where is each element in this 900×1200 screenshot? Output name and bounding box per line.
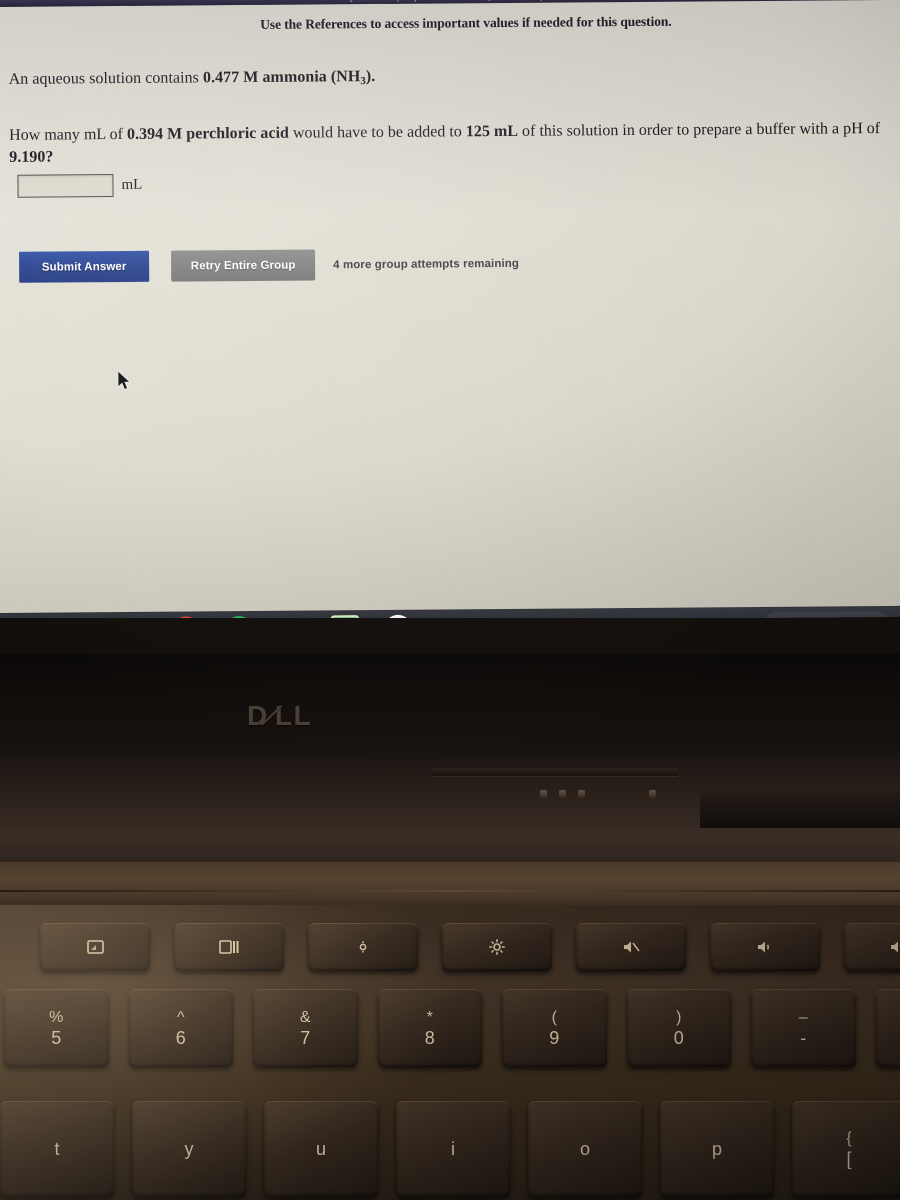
volume-down-key[interactable] [710, 923, 820, 971]
laptop-photo: [Review Topics] [References] Use the Ref… [0, 0, 900, 1200]
function-key-row [0, 923, 900, 971]
letter-key-glyph: u [315, 1139, 326, 1159]
review-topics-link[interactable]: [Review Topics] [350, 0, 417, 2]
letter-key-y[interactable]: y [132, 1101, 246, 1197]
q2-volume: 125 mL [465, 122, 519, 141]
number-key-8[interactable]: * 8 [377, 989, 482, 1067]
number-key-0[interactable]: ) 0 [626, 989, 731, 1067]
letter-key-glyph: p [711, 1139, 722, 1159]
number-key-=[interactable]: += [875, 989, 900, 1067]
google-drive-app-icon[interactable] [278, 616, 306, 618]
dell-brand-logo: D∕LL [247, 700, 312, 732]
retry-entire-group-button[interactable]: Retry Entire Group [171, 249, 316, 282]
q2-a: How many mL of [9, 125, 128, 144]
palm-rest [0, 862, 900, 910]
letter-key-u[interactable]: u [264, 1101, 378, 1197]
q1-concentration: 0.477 M ammonia (NH [202, 68, 361, 87]
q2-ph-value: 9.190? [9, 148, 54, 166]
number-key-glyph: 8 [424, 1027, 435, 1048]
speaker-grille [540, 790, 656, 798]
q2-e: of this solution in order to prepare a b… [517, 120, 881, 140]
keyboard: %5^6&7*8(9)0–-+= tyuiop{[ [0, 905, 900, 1200]
answer-row: mL [17, 174, 142, 198]
number-key-shift-glyph: % [49, 1008, 64, 1026]
references-instruction: Use the References to access important v… [260, 13, 672, 32]
answer-input[interactable] [17, 174, 114, 198]
letter-key-[[interactable]: {[ [792, 1101, 900, 1197]
number-key-shift-glyph: ^ [176, 1008, 185, 1026]
mouse-cursor [117, 370, 133, 392]
laptop-screen: [Review Topics] [References] Use the Ref… [0, 0, 900, 618]
volume-up-key[interactable] [844, 923, 900, 971]
spotify-app-icon[interactable] [224, 615, 254, 618]
number-key-glyph: 9 [549, 1027, 560, 1048]
battery-icon[interactable] [839, 616, 848, 618]
number-key-row: %5^6&7*8(9)0–-+= [0, 989, 900, 1067]
brightness-up-key[interactable] [442, 923, 552, 971]
q1-prefix: An aqueous solution contains [8, 69, 204, 88]
number-key-glyph: 0 [673, 1027, 684, 1048]
number-key-7[interactable]: & 7 [253, 989, 358, 1067]
question-content: Use the References to access important v… [0, 0, 900, 618]
letter-key-glyph: y [184, 1139, 194, 1159]
letter-key-row: t y u i o p {[ [0, 1101, 900, 1197]
references-link[interactable]: [References] [488, 0, 543, 1]
q2-acid-concentration: 0.394 M perchloric acid [126, 124, 289, 143]
mute-key[interactable] [576, 923, 686, 971]
letter-key-glyph: [ [846, 1148, 852, 1169]
chrome-app-icon[interactable] [171, 616, 201, 618]
letter-key-o[interactable]: o [528, 1101, 642, 1197]
question-statement-line1: An aqueous solution contains 0.477 M amm… [9, 64, 869, 90]
action-button-row: Submit Answer Retry Entire Group 4 more … [19, 248, 519, 283]
number-key-6[interactable]: ^ 6 [128, 989, 233, 1067]
number-key-5[interactable]: % 5 [4, 989, 109, 1067]
window-overview-key[interactable] [174, 923, 284, 971]
google-classroom-app-icon[interactable] [330, 615, 360, 618]
number-key-shift-glyph: – [798, 1008, 808, 1026]
letter-key-glyph: t [54, 1139, 60, 1159]
hinge-bar [430, 768, 680, 776]
q1-suffix: ). [365, 67, 376, 86]
hinge-block [700, 790, 900, 828]
system-tray[interactable]: US 4 10:2 [763, 610, 890, 618]
number-key--[interactable]: – - [751, 989, 856, 1067]
brightness-down-key[interactable] [308, 923, 418, 971]
letter-key-p[interactable]: p [660, 1101, 774, 1197]
number-key-glyph: 6 [175, 1027, 186, 1048]
screen-bezel-bottom [0, 654, 900, 752]
letter-key-glyph: o [579, 1139, 590, 1159]
number-key-shift-glyph: ) [676, 1008, 682, 1026]
answer-unit-label: mL [121, 176, 143, 193]
number-key-glyph: 7 [300, 1027, 311, 1048]
number-key-glyph: 5 [51, 1027, 62, 1048]
q2-c: would have to be added to [288, 123, 466, 142]
number-key-shift-glyph: * [426, 1008, 433, 1026]
attempts-remaining-text: 4 more group attempts remaining [333, 257, 520, 271]
question-statement-line2: How many mL of 0.394 M perchloric acid w… [9, 118, 881, 169]
letter-key-i[interactable]: i [396, 1101, 510, 1197]
dell-logo-ll: LL [274, 700, 313, 731]
submit-answer-button[interactable]: Submit Answer [19, 250, 150, 283]
number-key-shift-glyph: ( [551, 1008, 557, 1026]
play-store-app-icon[interactable] [383, 614, 413, 618]
number-key-shift-glyph: & [299, 1008, 311, 1026]
letter-key-shift-glyph: { [846, 1129, 852, 1147]
letter-key-glyph: i [451, 1139, 455, 1159]
fullscreen-key[interactable] [40, 923, 150, 971]
number-key-glyph: - [800, 1027, 807, 1048]
letter-key-t[interactable]: t [0, 1101, 114, 1197]
number-key-9[interactable]: (9 [502, 989, 607, 1067]
